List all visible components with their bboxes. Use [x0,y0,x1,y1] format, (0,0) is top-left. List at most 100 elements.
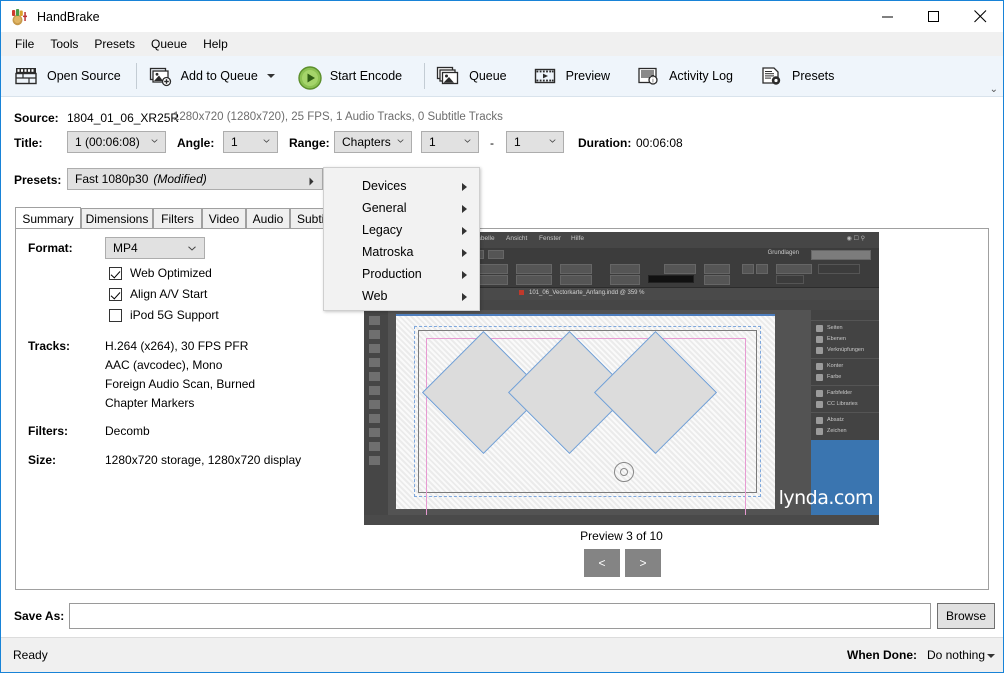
web-optimized-checkbox[interactable]: Web Optimized [109,266,212,280]
context-menu-item-devices[interactable]: Devices [324,175,479,197]
preview-inner-menu-6: Fenster [539,235,562,242]
main-toolbar: Open Source Add to Queue Start Encode Qu… [1,56,1003,97]
web-optimized-label: Web Optimized [130,266,212,280]
range-end-dropdown[interactable]: 1 [506,131,564,153]
tracks-label: Tracks: [28,339,71,353]
tab-filters[interactable]: Filters [153,208,202,229]
preview-inner-canvas [388,310,879,525]
range-type-value: Chapters [342,135,391,149]
menu-item-queue[interactable]: Queue [143,34,195,54]
handbrake-icon [9,7,29,27]
context-menu-item-web[interactable]: Web [324,285,479,307]
source-label: Source: [14,111,59,125]
track-line-4: Chapter Markers [105,396,195,410]
checkbox-check-icon [109,266,122,280]
add-image-icon [148,65,172,87]
angle-dropdown[interactable]: 1 [223,131,278,153]
preview-workspace-label: Grundlagen [767,250,799,256]
track-line-2: AAC (avcodec), Mono [105,358,223,372]
chevron-down-icon [188,246,196,251]
format-value: MP4 [113,241,138,255]
save-as-row: Save As: Browse [1,597,1003,638]
preview-watermark: lynda.com [778,487,874,509]
play-circle-icon [297,65,322,90]
format-dropdown[interactable]: MP4 [105,237,205,259]
presets-toolbar-button[interactable]: Presets [751,56,846,97]
start-encode-label: Start Encode [329,69,403,83]
chevron-down-icon[interactable] [987,654,995,658]
menu-item-help[interactable]: Help [195,34,236,54]
add-to-queue-button[interactable]: Add to Queue [140,56,283,97]
chevron-right-icon [462,183,467,191]
preview-inner-icons: ◉ ☐ ⚲ [846,236,865,242]
tab-video-label: Video [208,211,240,226]
tab-summary[interactable]: Summary [15,207,81,230]
status-text: Ready [13,648,48,662]
context-menu-label-matroska: Matroska [362,245,414,259]
close-icon[interactable] [957,1,1003,32]
track-line-1: H.264 (x264), 30 FPS PFR [105,339,249,353]
chevron-down-icon[interactable] [266,74,275,78]
menu-item-file[interactable]: File [7,34,42,54]
menu-bar: File Tools Presets Queue Help [1,32,1003,56]
overflow-chevron-icon[interactable]: ⌄ [990,85,998,95]
context-menu-item-matroska[interactable]: Matroska [324,241,479,263]
filmstrip-play-icon [533,65,557,87]
preset-modified-flag: (Modified) [153,172,207,186]
presets-toolbar-label: Presets [792,69,835,83]
duration-value: 00:06:08 [636,136,683,150]
size-value: 1280x720 storage, 1280x720 display [105,453,302,467]
chevron-right-icon [462,293,467,301]
minimize-icon[interactable] [865,1,911,32]
preview-panel-3: Konter [827,363,844,369]
preview-next-button[interactable]: > [625,549,661,577]
toolbar-separator-1 [135,63,137,89]
track-line-3: Foreign Audio Scan, Burned [105,377,256,391]
start-encode-button[interactable]: Start Encode [289,56,414,97]
checkbox-check-icon [109,287,122,301]
activity-log-button[interactable]: i Activity Log [628,56,745,97]
queue-button[interactable]: Queue [428,56,519,97]
range-type-dropdown[interactable]: Chapters [334,131,412,153]
menu-item-presets[interactable]: Presets [86,34,143,54]
preview-doc-title: 101_06_Vectorkarte_Anfang.indd @ 359 % [529,290,645,296]
ipod-5g-support-checkbox[interactable]: iPod 5G Support [109,308,219,322]
preview-nav-buttons: < > [584,549,666,577]
chevron-down-icon [464,139,471,143]
range-label: Range: [289,136,330,150]
preview-inner-statusbar [364,515,879,525]
context-menu-label-production: Production [362,267,422,281]
preview-prev-button[interactable]: < [584,549,620,577]
maximize-icon[interactable] [911,1,957,32]
title-bar: HandBrake [1,1,1003,32]
filters-value: Decomb [105,424,150,438]
open-source-button[interactable]: Open Source [6,56,133,97]
activity-log-label: Activity Log [669,69,734,83]
tab-audio[interactable]: Audio [246,208,290,229]
range-start-dropdown[interactable]: 1 [421,131,479,153]
tab-dimensions[interactable]: Dimensions [81,208,153,229]
context-menu-item-legacy[interactable]: Legacy [324,219,479,241]
context-menu-item-general[interactable]: General [324,197,479,219]
preset-dropdown[interactable]: Fast 1080p30 (Modified) [67,168,323,190]
context-menu-label-legacy: Legacy [362,223,403,237]
context-menu-item-production[interactable]: Production [324,263,479,285]
when-done-value[interactable]: Do nothing [927,648,985,662]
add-to-queue-label: Add to Queue [180,69,258,83]
context-menu-label-devices: Devices [362,179,407,193]
preview-button[interactable]: Preview [525,56,622,97]
tab-summary-label: Summary [22,211,74,226]
browse-button[interactable]: Browse [937,603,995,629]
toolbar-separator-2 [424,63,426,89]
preset-value: Fast 1080p30 [75,172,149,186]
title-dropdown[interactable]: 1 (00:06:08) [67,131,166,153]
tab-dimensions-label: Dimensions [85,211,149,226]
save-as-input[interactable] [69,603,931,629]
tab-video[interactable]: Video [202,208,246,229]
preview-caption: Preview 3 of 10 [580,529,663,543]
menu-item-tools[interactable]: Tools [42,34,86,54]
align-av-start-checkbox[interactable]: Align A/V Start [109,287,207,301]
document-gear-icon [759,65,783,87]
preview-panel-5: Farbfelder [827,390,853,396]
clapperboard-icon [14,65,38,87]
